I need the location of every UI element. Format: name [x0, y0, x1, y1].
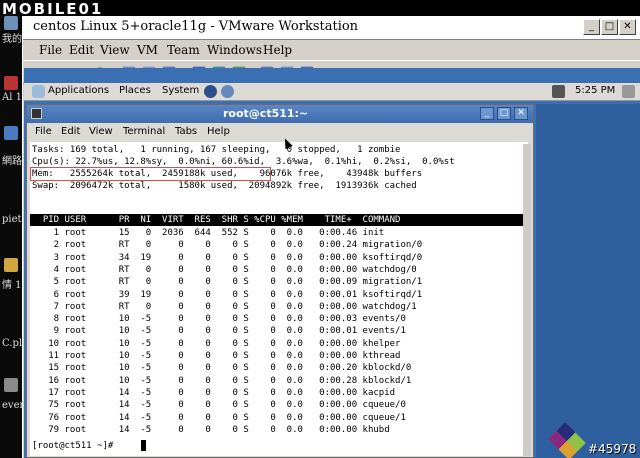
process-row: 2 root RT 0 0 0 0 S 0 0.0 0:00.24 migrat…	[32, 240, 423, 251]
terminal-menu-edit[interactable]: Edit	[61, 126, 80, 137]
process-row: 7 root RT 0 0 0 0 S 0 0.0 0:00.00 watchd…	[32, 301, 417, 312]
menu-system[interactable]: System	[162, 85, 199, 96]
terminal-menu-help[interactable]: Help	[207, 126, 230, 137]
host-icon-label: 網路 芳	[2, 156, 22, 167]
top-summary-swap: Swap: 2096472k total, 1580k used, 209489…	[32, 181, 417, 191]
host-icon-label: piet	[2, 214, 22, 225]
process-row: 5 root RT 0 0 0 0 S 0 0.0 0:00.09 migrat…	[32, 277, 423, 288]
menu-applications[interactable]: Applications	[48, 85, 109, 96]
process-row: 17 root 14 -5 0 0 0 S 0 0.0 0:00.00 kacp…	[32, 387, 396, 398]
close-button[interactable]: ✕	[619, 19, 636, 35]
terminal-window: root@ct511:~ _ □ ✕ File Edit View Termin…	[26, 104, 534, 458]
host-icon-label: 情 11.p	[2, 280, 22, 291]
vmware-menubar: File Edit View VM Team Windows Help	[23, 40, 640, 60]
terminal-app-icon	[31, 108, 42, 119]
photo-id: #45978	[588, 442, 637, 456]
gnome-foot-icon[interactable]	[32, 85, 45, 98]
terminal-menu-view[interactable]: View	[89, 126, 113, 137]
process-table-header: PID USER PR NI VIRT RES SHR S %CPU %MEM …	[32, 215, 401, 225]
gnome-top-panel: Applications Places System 5:25 PM	[24, 83, 640, 101]
process-row: 16 root 10 -5 0 0 0 S 0 0.0 0:00.28 kblo…	[32, 375, 412, 386]
process-row: 10 root 10 -5 0 0 0 S 0 0.0 0:00.00 khel…	[32, 338, 401, 349]
file-icon[interactable]	[4, 258, 18, 272]
top-summary-mem: Mem: 2555264k total, 2459188k used, 9607…	[32, 169, 423, 179]
terminal-output[interactable]: Tasks: 169 total, 1 running, 167 sleepin…	[30, 142, 528, 456]
process-row: 11 root 10 -5 0 0 0 S 0 0.0 0:00.00 kthr…	[32, 351, 401, 361]
panel-clock[interactable]: 5:25 PM	[575, 85, 615, 96]
menu-edit[interactable]: Edit	[69, 43, 94, 57]
terminal-close-button[interactable]: ✕	[514, 107, 528, 120]
process-row: 6 root 39 19 0 0 0 S 0 0.0 0:00.01 ksoft…	[32, 289, 423, 300]
menu-help[interactable]: Help	[263, 43, 292, 57]
minimize-button[interactable]: _	[583, 19, 600, 35]
app-icon[interactable]	[4, 76, 18, 90]
network-status-icon[interactable]	[552, 85, 565, 98]
terminal-titlebar[interactable]: root@ct511:~ _ □ ✕	[27, 105, 533, 123]
process-row: 4 root RT 0 0 0 0 S 0 0.0 0:00.00 watchd…	[32, 264, 417, 275]
menu-view[interactable]: View	[100, 43, 130, 57]
top-summary-tasks: Tasks: 169 total, 1 running, 167 sleepin…	[32, 145, 401, 155]
file-icon[interactable]	[4, 378, 18, 392]
shell-prompt: [root@ct511 ~]#	[32, 441, 119, 451]
maximize-button[interactable]: □	[601, 19, 618, 35]
process-row: 8 root 10 -5 0 0 0 S 0 0.0 0:00.03 event…	[32, 314, 406, 325]
menu-vm[interactable]: VM	[137, 43, 158, 57]
terminal-maximize-button[interactable]: □	[497, 107, 511, 120]
process-row: 3 root 34 19 0 0 0 S 0 0.0 0:00.00 ksoft…	[32, 252, 423, 263]
guest-desktop: Applications Places System 5:25 PM root@…	[24, 68, 640, 458]
terminal-scrollbar[interactable]	[523, 144, 531, 456]
vmware-titlebar[interactable]: centos Linux 5+oracle11g - VMware Workst…	[23, 16, 640, 40]
watermark-logo: MOBILE01	[2, 0, 104, 18]
window-title: centos Linux 5+oracle11g - VMware Workst…	[33, 19, 359, 34]
host-icon-label: ever	[2, 400, 22, 411]
process-row: 1 root 15 0 2036 644 552 S 0 0.0 0:00.46…	[32, 228, 385, 238]
menu-file[interactable]: File	[39, 43, 62, 57]
menu-places[interactable]: Places	[119, 85, 151, 96]
host-icon-label: Al 1(	[2, 92, 22, 103]
terminal-title: root@ct511:~	[223, 107, 309, 120]
guest-wallpaper	[536, 104, 640, 458]
terminal-cursor	[141, 440, 146, 451]
my-computer-icon[interactable]	[4, 16, 18, 30]
host-icon-label: 我的	[2, 34, 22, 45]
terminal-menu-file[interactable]: File	[35, 126, 52, 137]
volume-icon[interactable]	[622, 85, 635, 98]
process-row: 75 root 14 -5 0 0 0 S 0 0.0 0:00.00 cque…	[32, 400, 406, 411]
terminal-menu-terminal[interactable]: Terminal	[123, 126, 165, 137]
menu-windows[interactable]: Windows	[207, 43, 262, 57]
process-row: 15 root 10 -5 0 0 0 S 0 0.0 0:00.20 kblo…	[32, 363, 412, 374]
help-icon[interactable]	[221, 85, 234, 98]
process-row: 9 root 10 -5 0 0 0 S 0 0.0 0:00.01 event…	[32, 326, 406, 337]
host-desktop: 我的 Al 1( 網路 芳 piet 情 11.p C.pl ever	[0, 0, 24, 458]
network-icon[interactable]	[4, 126, 18, 140]
browser-icon[interactable]	[204, 85, 217, 98]
terminal-menu-tabs[interactable]: Tabs	[175, 126, 197, 137]
menu-team[interactable]: Team	[167, 43, 200, 57]
process-row: 76 root 14 -5 0 0 0 S 0 0.0 0:00.00 cque…	[32, 412, 406, 423]
host-icon-label: C.pl	[2, 338, 22, 349]
process-row: 79 root 14 -5 0 0 0 S 0 0.0 0:00.00 khub…	[32, 424, 390, 435]
terminal-minimize-button[interactable]: _	[480, 107, 494, 120]
